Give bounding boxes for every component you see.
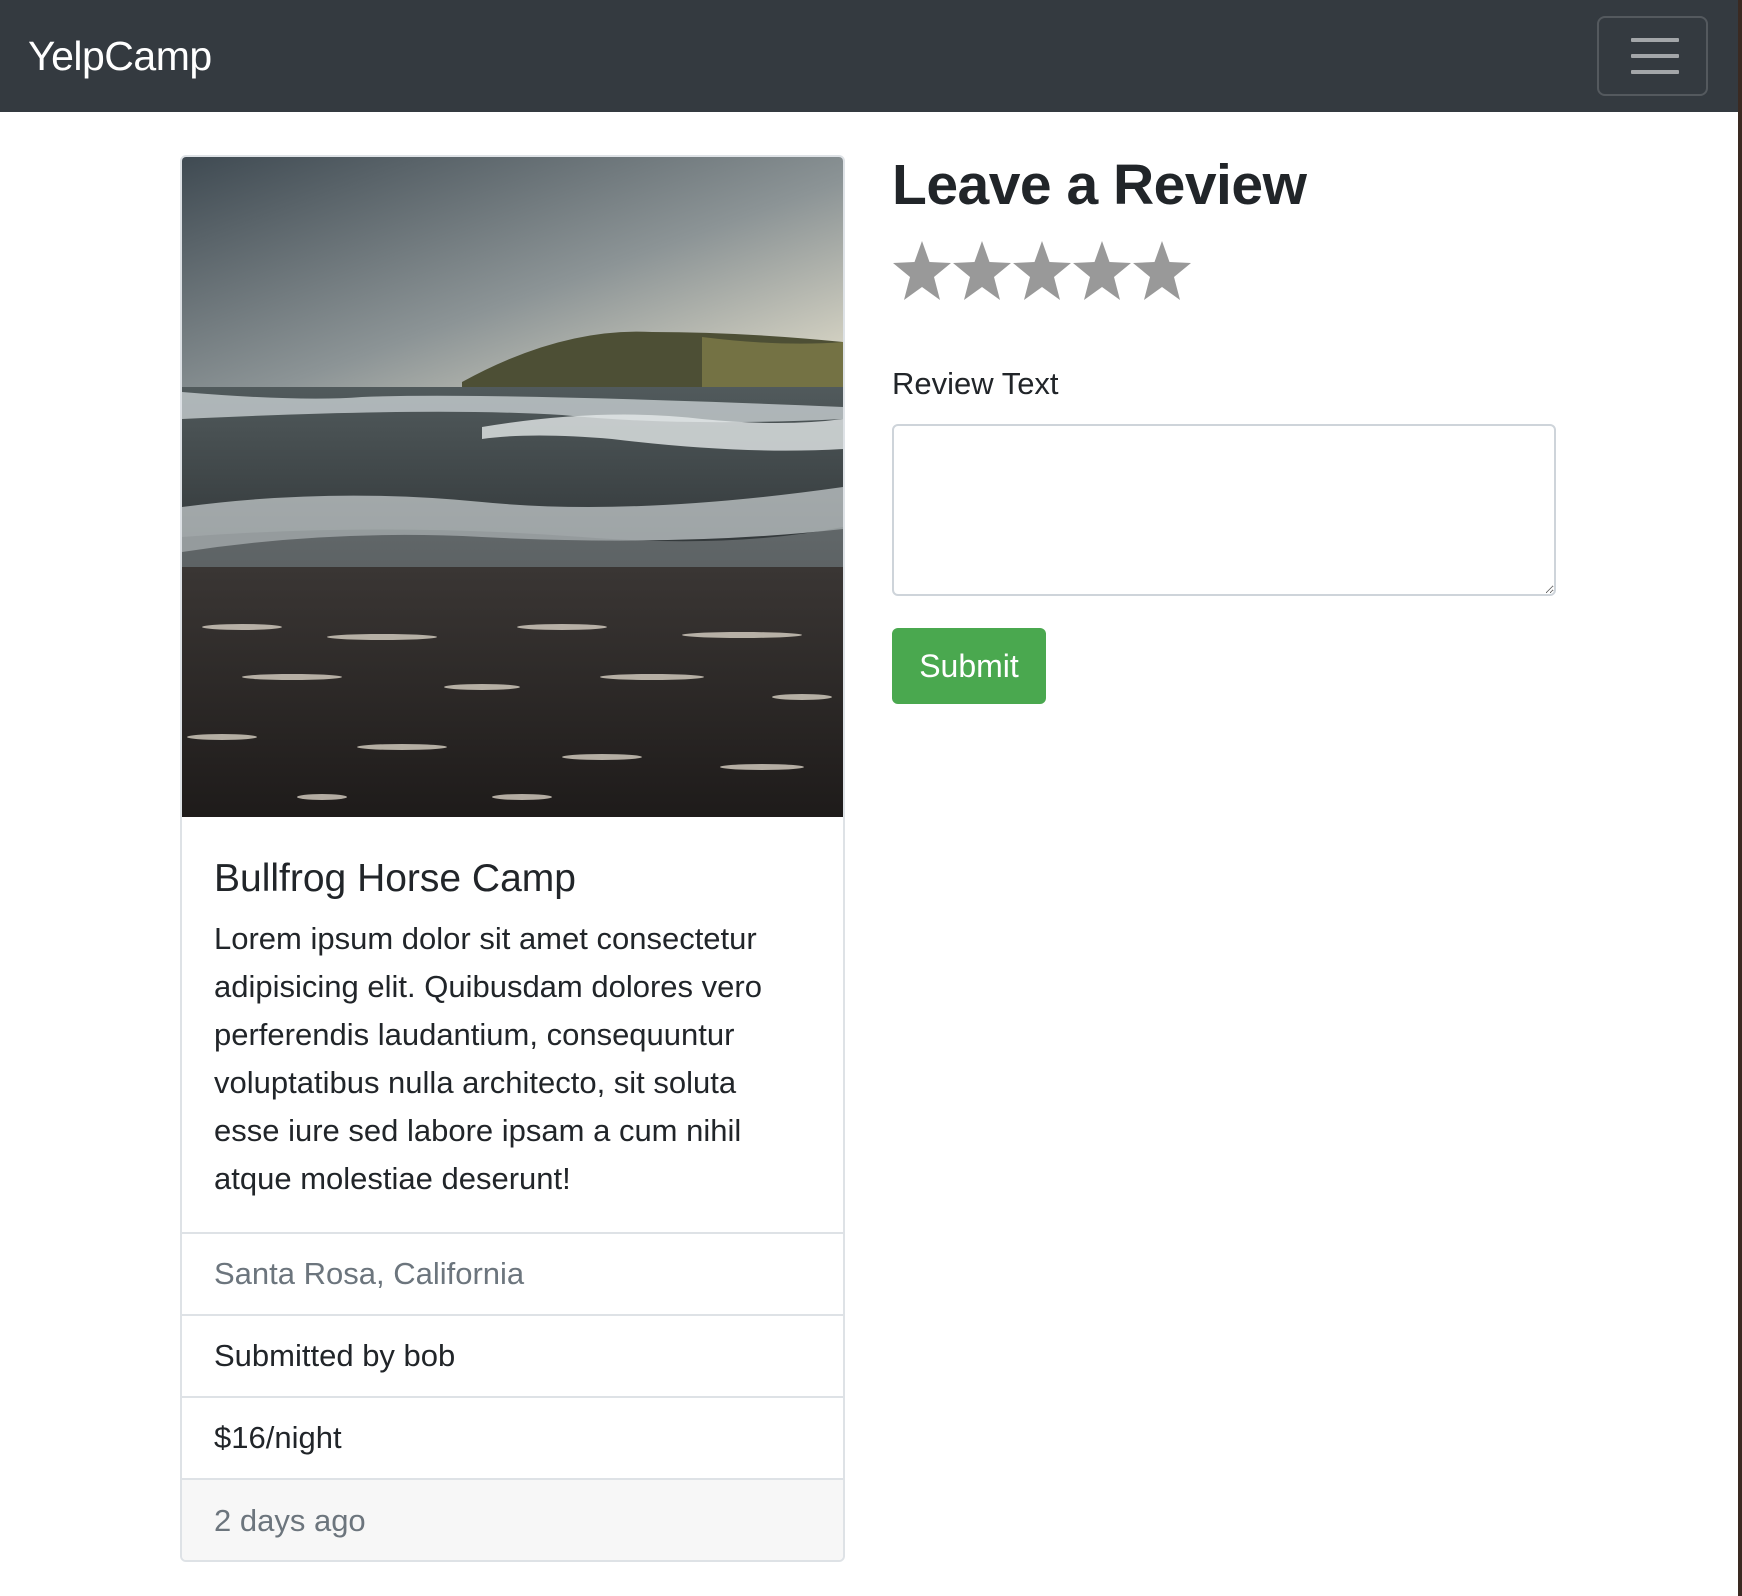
review-text-input[interactable] — [892, 424, 1556, 596]
star-icon[interactable] — [1132, 238, 1192, 304]
review-text-label: Review Text — [892, 366, 1059, 401]
star-icon[interactable] — [952, 238, 1012, 304]
campground-posted-time: 2 days ago — [182, 1478, 843, 1560]
campground-location: Santa Rosa, California — [182, 1232, 843, 1314]
campground-description: Lorem ipsum dolor sit amet consectetur a… — [214, 921, 762, 1196]
campground-image — [182, 157, 843, 817]
campground-card: Bullfrog Horse Camp Lorem ipsum dolor si… — [180, 155, 845, 1562]
star-icon[interactable] — [1012, 238, 1072, 304]
campground-author: Submitted by bob — [182, 1314, 843, 1396]
star-icon[interactable] — [1072, 238, 1132, 304]
submit-button[interactable]: Submit — [892, 628, 1046, 704]
window-edge — [1738, 0, 1742, 1596]
navbar-toggle-button[interactable] — [1597, 16, 1708, 96]
star-rating[interactable] — [892, 238, 1192, 304]
star-icon[interactable] — [892, 238, 952, 304]
campground-price: $16/night — [182, 1396, 843, 1478]
top-navbar: YelpCamp — [0, 0, 1742, 112]
review-heading: Leave a Review — [892, 153, 1307, 217]
brand-link[interactable]: YelpCamp — [28, 0, 212, 112]
campground-title: Bullfrog Horse Camp — [214, 857, 576, 900]
